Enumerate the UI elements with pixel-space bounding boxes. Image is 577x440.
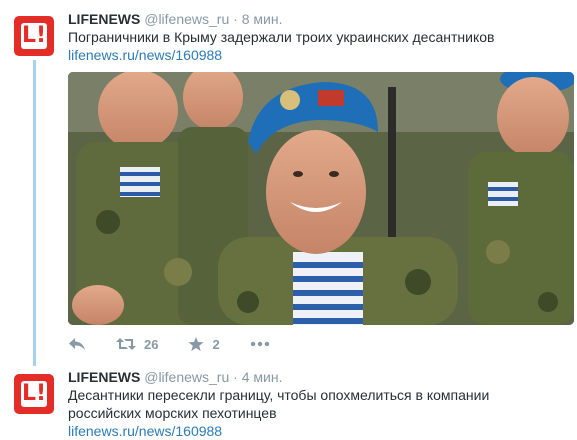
retweet-count: 26 [144, 336, 159, 352]
separator: · [233, 369, 238, 385]
reply-button[interactable] [68, 337, 86, 351]
soldiers-photo [68, 72, 574, 325]
tweet-text: Пограничники в Крыму задержали троих укр… [68, 29, 495, 45]
timestamp[interactable]: 4 мин. [242, 369, 283, 385]
tweet[interactable]: L! LIFENEWS @lifenews_ru · 8 мин. Погран… [0, 0, 577, 366]
avatar[interactable]: L! [14, 16, 54, 56]
tweet-actions: 26 2 [68, 334, 300, 354]
favorite-icon [188, 336, 204, 351]
lifenews-logo: L! [21, 381, 47, 407]
tweet-header: LIFENEWS @lifenews_ru · 8 мин. [68, 10, 569, 28]
author-name[interactable]: LIFENEWS [68, 369, 140, 385]
timestamp[interactable]: 8 мин. [242, 11, 283, 27]
tweet[interactable]: L! LIFENEWS @lifenews_ru · 4 мин. Десант… [0, 366, 577, 440]
separator: · [233, 11, 238, 27]
tweet-photo[interactable] [68, 72, 574, 325]
author-handle[interactable]: @lifenews_ru [144, 369, 229, 385]
tweet-text-line2: российских морских пехотинцев [68, 405, 277, 421]
favorite-button[interactable]: 2 [188, 336, 220, 352]
favorite-count: 2 [212, 336, 220, 352]
avatar[interactable]: L! [14, 374, 54, 414]
tweet-text-line1: Десантники пересекли границу, чтобы опох… [68, 387, 490, 403]
tweet-link[interactable]: lifenews.ru/news/160988 [68, 422, 569, 440]
lifenews-logo: L! [21, 23, 47, 49]
tweet-link[interactable]: lifenews.ru/news/160988 [68, 46, 569, 64]
more-button[interactable] [250, 341, 270, 347]
more-icon [250, 341, 269, 347]
tweet-content: LIFENEWS @lifenews_ru · 4 мин. Десантник… [68, 368, 569, 440]
reply-icon [69, 338, 85, 350]
tweet-content: LIFENEWS @lifenews_ru · 8 мин. Пограничн… [68, 10, 569, 64]
tweet-header: LIFENEWS @lifenews_ru · 4 мин. [68, 368, 569, 386]
retweet-icon [116, 338, 136, 350]
author-handle[interactable]: @lifenews_ru [144, 11, 229, 27]
author-name[interactable]: LIFENEWS [68, 11, 140, 27]
retweet-button[interactable]: 26 [116, 337, 158, 352]
